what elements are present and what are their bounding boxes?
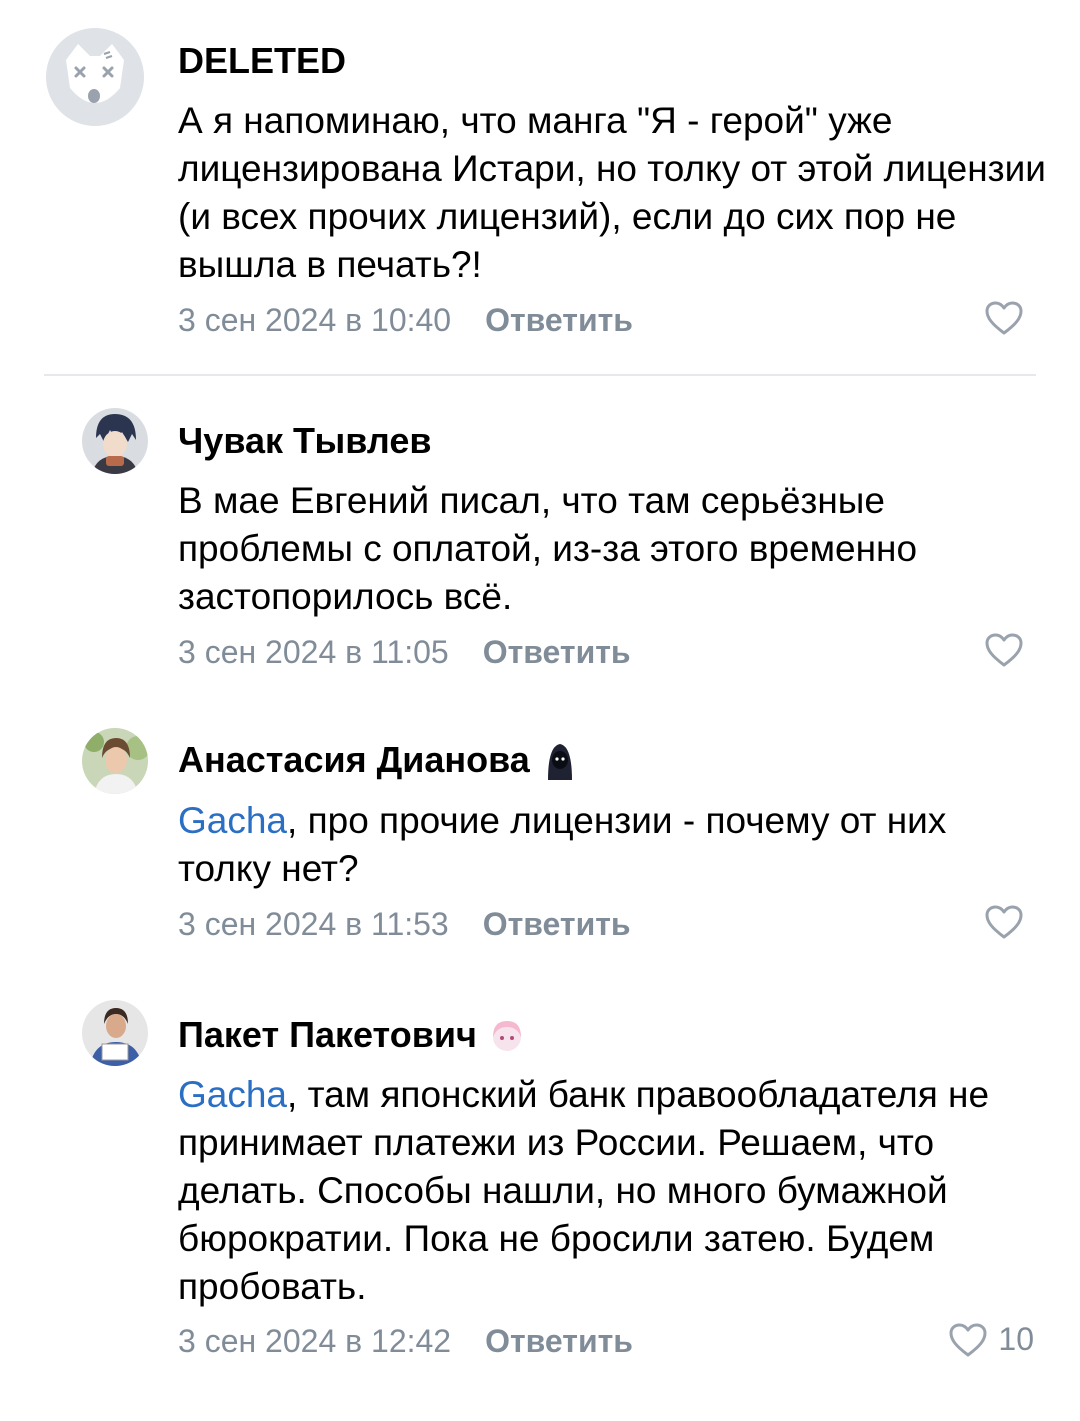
reply-button[interactable]: Ответить [485,1323,633,1359]
like-button[interactable] [984,632,1034,668]
comment-author[interactable]: DELETED [178,40,346,82]
user-photo-icon [82,728,148,794]
heart-outline-icon [985,301,1023,335]
comment-meta: 3 сен 2024 в 11:05 Ответить [178,634,631,671]
comment-meta: 3 сен 2024 в 12:42 Ответить [178,1323,633,1360]
comment-date[interactable]: 3 сен 2024 в 10:40 [178,302,451,338]
reply-button[interactable]: Ответить [483,634,631,670]
mention-link[interactable]: Gacha [178,800,287,841]
comment-text: Gacha, про прочие лицензии - почему от н… [178,800,947,889]
comment-date[interactable]: 3 сен 2024 в 11:05 [178,634,449,670]
reply-button[interactable]: Ответить [485,302,633,338]
comment-date[interactable]: 3 сен 2024 в 11:53 [178,906,449,942]
comment-author[interactable]: Чувак Тывлев [178,420,431,462]
deleted-dog-icon [46,28,144,126]
mention-link[interactable]: Gacha [178,1074,287,1115]
anime-girl-badge-icon [485,1013,529,1057]
avatar-user[interactable] [82,1000,148,1066]
reply-button[interactable]: Ответить [483,906,631,942]
avatar-user[interactable] [82,408,148,474]
avatar-deleted[interactable] [46,28,144,126]
heart-outline-icon [949,1323,987,1356]
comment-text: Gacha, там японский банк правообладателя… [178,1074,990,1307]
comment-date[interactable]: 3 сен 2024 в 12:42 [178,1323,451,1359]
hooded-figure-badge-icon [538,738,582,782]
like-count: 10 [998,1321,1034,1357]
user-photo-icon [82,408,148,474]
like-button[interactable]: 10 [948,1321,1034,1358]
thread-divider [44,374,1036,376]
avatar-user[interactable] [82,728,148,794]
user-photo-icon [82,1000,148,1066]
like-button[interactable] [984,300,1034,336]
heart-outline-icon [985,905,1023,939]
like-button[interactable] [984,904,1034,940]
heart-outline-icon [985,633,1023,667]
comment-meta: 3 сен 2024 в 11:53 Ответить [178,906,631,943]
comment-meta: 3 сен 2024 в 10:40 Ответить [178,302,633,339]
comment-text: В мае Евгений писал, что там серьёзные п… [178,480,918,617]
comment-author[interactable]: Анастасия Дианова [178,738,582,782]
comment-author[interactable]: Пакет Пакетович [178,1013,529,1057]
comment-text: А я напоминаю, что манга "Я - герой" уже… [178,100,1046,285]
